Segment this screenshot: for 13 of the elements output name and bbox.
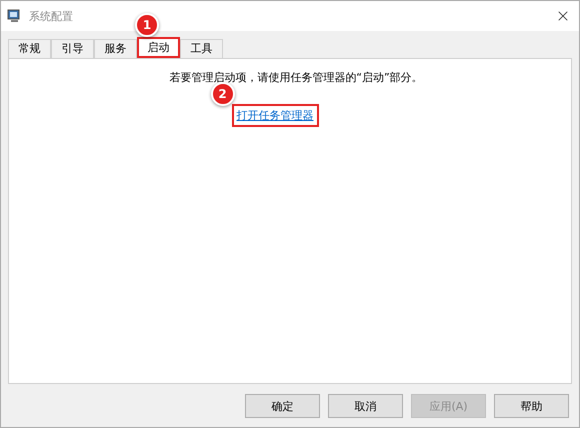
step-badge: 1 <box>135 13 159 37</box>
step-badge: 2 <box>210 82 234 106</box>
dialog-button[interactable]: 确定 <box>245 394 320 418</box>
task-manager-link[interactable]: 打开任务管理器 <box>232 104 318 127</box>
instruction-text: 若要管理启动项，请使用任务管理器的“启动”部分。 <box>169 70 423 85</box>
dialog-button[interactable]: 帮助 <box>494 394 569 418</box>
dialog-button[interactable]: 取消 <box>328 394 403 418</box>
tab[interactable]: 引导 <box>51 39 94 58</box>
app-icon <box>7 9 21 23</box>
tab[interactable]: 服务 <box>94 39 137 58</box>
tab[interactable]: 常规 <box>8 39 51 58</box>
tab[interactable]: 工具 <box>180 39 223 58</box>
window-title: 系统配置 <box>29 8 74 24</box>
